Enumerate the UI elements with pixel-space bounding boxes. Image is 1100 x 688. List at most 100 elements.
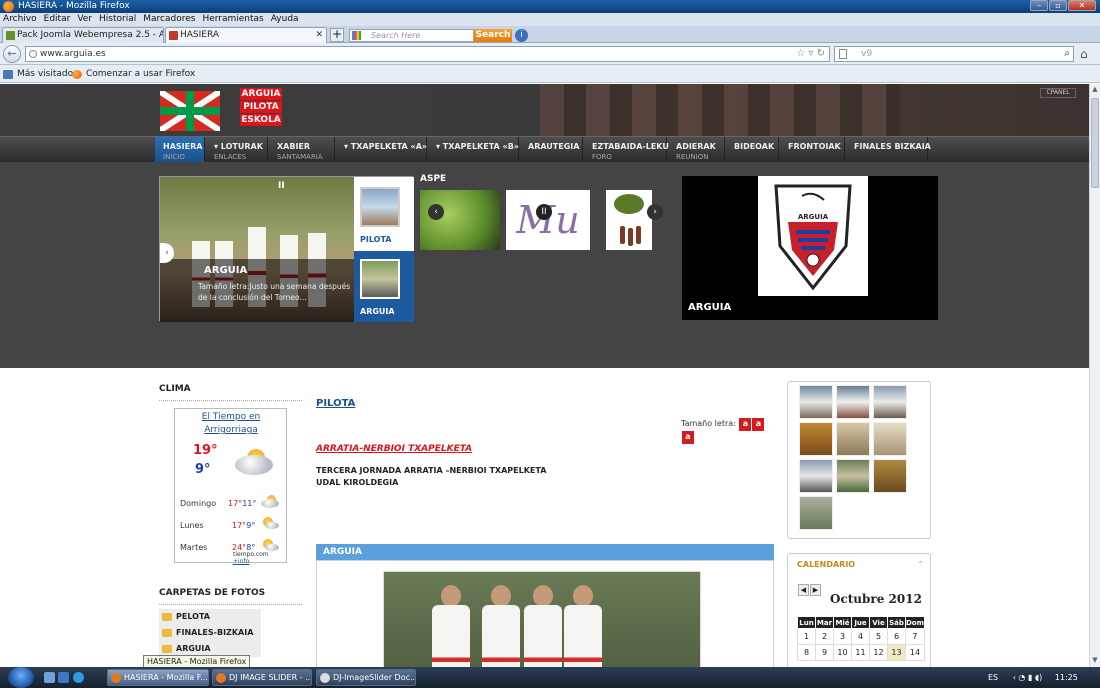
folder-finales-bizkaia[interactable]: FINALES-BIZKAIA — [159, 625, 261, 641]
scroll-thumb[interactable] — [1091, 98, 1099, 188]
main-image-slider[interactable]: ARGUIA Tamaño letra:Justo una semana des… — [159, 176, 414, 322]
scroll-down-icon[interactable]: ▼ — [1091, 656, 1099, 666]
bookmark-folder-icon — [3, 70, 13, 79]
show-desktop-icon[interactable] — [44, 672, 55, 683]
calendar-day-today[interactable]: 13 — [887, 644, 906, 661]
menu-eztabaida-leku[interactable]: EZTABAIDA-LEKU FORO — [584, 137, 669, 163]
gallery-thumbnail[interactable] — [873, 459, 907, 493]
scroll-up-icon[interactable]: ▲ — [1091, 85, 1099, 95]
calendar-day[interactable]: 10 — [833, 644, 852, 661]
calendar-day[interactable]: 6 — [887, 628, 906, 645]
calendar-day[interactable]: 14 — [905, 644, 925, 661]
menu-archivo[interactable]: Archivo — [3, 13, 37, 26]
menu-frontoiak[interactable]: FRONTOIAK — [780, 137, 845, 163]
bookmark-star-icon[interactable]: ☆ ▿ ↻ — [796, 47, 825, 61]
home-icon[interactable]: ⌂ — [1080, 47, 1088, 61]
menu-historial[interactable]: Historial — [99, 13, 136, 26]
font-size-medium-button[interactable]: a — [752, 418, 765, 431]
menu-finales-bizkaia[interactable]: FINALES BIZKAIA — [846, 137, 931, 163]
info-link[interactable]: +info — [233, 558, 249, 565]
cpanel-link[interactable]: CPANEL — [1040, 88, 1076, 98]
article-title-link[interactable]: ARRATIA-NERBIOI TXAPELKETA — [316, 444, 472, 454]
menu-txapelketa-b[interactable]: ▾ TXAPELKETA «B» — [428, 137, 519, 163]
pause-icon[interactable]: II — [536, 204, 552, 220]
prev-slide-icon[interactable]: ‹ — [428, 204, 444, 220]
thumbnail-arguia[interactable] — [360, 259, 400, 299]
close-tab-icon[interactable]: ✕ — [315, 28, 323, 43]
calendar-day[interactable]: 2 — [815, 628, 834, 645]
ie-icon[interactable] — [73, 672, 84, 683]
menu-bideoak[interactable]: BIDEOAK — [726, 137, 779, 163]
url-text: www.arguia.es — [40, 49, 106, 59]
slide-image-script: Mu — [506, 190, 590, 250]
close-button[interactable]: ✕ — [1068, 0, 1096, 11]
menu-txapelketa-a[interactable]: ▾ TXAPELKETA «A» — [336, 137, 427, 163]
toolbar-search-input[interactable]: Search Here — [349, 29, 474, 42]
gallery-thumbnail[interactable] — [873, 422, 907, 456]
next-month-icon[interactable]: ▶ — [810, 584, 821, 596]
clock[interactable]: 11:25 — [1055, 673, 1078, 682]
taskbar-item-firefox[interactable]: HASIERA - Mozilla F... — [107, 669, 209, 686]
maximize-button[interactable]: ▫ — [1049, 0, 1067, 11]
font-size-large-button[interactable]: a — [682, 431, 694, 444]
menu-arautegia[interactable]: ARAUTEGIA — [520, 137, 583, 163]
language-indicator[interactable]: ES — [988, 673, 998, 682]
calendar-day[interactable]: 1 — [797, 628, 816, 645]
calendar-day[interactable]: 5 — [869, 628, 888, 645]
calendar-day[interactable]: 3 — [833, 628, 852, 645]
calendar-day[interactable]: 4 — [851, 628, 870, 645]
menu-marcadores[interactable]: Marcadores — [143, 13, 195, 26]
menu-ver[interactable]: Ver — [77, 13, 92, 26]
bookmark-mas-visitados[interactable]: Más visitados — [3, 65, 78, 83]
prev-month-icon[interactable]: ◀ — [798, 584, 809, 596]
menu-adierak[interactable]: ADIERAK REUNION — [668, 137, 725, 163]
pause-icon[interactable]: II — [278, 181, 285, 191]
aspe-slider[interactable]: ASPE Mu ‹ II › — [420, 174, 670, 254]
calendar-day[interactable]: 7 — [905, 628, 925, 645]
web-search-input[interactable]: v9 ⌕ — [834, 46, 1074, 62]
weather-widget-title[interactable]: El Tiempo en Arrigorriaga — [181, 411, 281, 437]
menu-hasiera[interactable]: HASIERA INICIO — [155, 137, 205, 163]
menu-xabier[interactable]: XABIER SANTAMARIA — [269, 137, 335, 163]
vertical-scrollbar[interactable]: ▲ ▼ — [1089, 84, 1100, 667]
tab-joomla-admin[interactable]: Pack Joomla Webempresa 2.5 - Admi... — [2, 27, 164, 43]
category-link-pilota[interactable]: PILOTA — [316, 398, 355, 409]
arguia-shield-slider[interactable]: ARGUIA ARGUIA — [682, 176, 938, 320]
gallery-thumbnail[interactable] — [873, 385, 907, 419]
menu-herramientas[interactable]: Herramientas — [202, 13, 263, 26]
calendar-day[interactable]: 11 — [851, 644, 870, 661]
new-tab-button[interactable]: + — [330, 28, 344, 42]
menu-loturak[interactable]: ▾ LOTURAK ENLACES — [206, 137, 268, 163]
next-slide-icon[interactable]: › — [647, 204, 663, 220]
collapse-icon[interactable]: ⌃ — [917, 560, 924, 569]
calendar-day[interactable]: 8 — [797, 644, 816, 661]
gallery-thumbnail[interactable] — [799, 459, 833, 493]
taskbar-item-dj-doc[interactable]: DJ-ImageSlider Doc... — [316, 669, 416, 686]
menu-ayuda[interactable]: Ayuda — [271, 13, 299, 26]
explorer-icon[interactable] — [58, 672, 69, 683]
gallery-thumbnail[interactable] — [799, 496, 833, 530]
gallery-thumbnail[interactable] — [836, 422, 870, 456]
calendar-day[interactable]: 9 — [815, 644, 834, 661]
url-bar[interactable]: www.arguia.es ☆ ▿ ↻ — [25, 46, 830, 62]
bookmark-comenzar[interactable]: Comenzar a usar Firefox — [72, 65, 195, 83]
info-icon[interactable]: i — [515, 29, 528, 42]
back-button[interactable]: ← — [3, 45, 21, 63]
tray-icons[interactable]: ‹ ◔ ▮ ◖) — [1013, 673, 1043, 682]
minimize-button[interactable]: – — [1030, 0, 1048, 11]
menu-editar[interactable]: Editar — [44, 13, 71, 26]
taskbar-item-dj-slider[interactable]: DJ IMAGE SLIDER - ... — [212, 669, 312, 686]
calendar-day[interactable]: 12 — [869, 644, 888, 661]
start-button[interactable] — [8, 667, 34, 688]
search-icon[interactable]: ⌕ — [1064, 47, 1070, 61]
gallery-thumbnail[interactable] — [836, 385, 870, 419]
thumbnail-pilota[interactable] — [360, 187, 400, 227]
site-logo[interactable]: ARGUIA PILOTA ESKOLA — [240, 88, 282, 127]
font-size-small-button[interactable]: a — [739, 418, 752, 431]
tab-hasiera[interactable]: HASIERA ✕ — [165, 27, 327, 43]
gallery-thumbnail[interactable] — [799, 422, 833, 456]
gallery-thumbnail[interactable] — [836, 459, 870, 493]
toolbar-search-button[interactable]: Search — [474, 29, 512, 42]
gallery-thumbnail[interactable] — [799, 385, 833, 419]
folder-pelota[interactable]: PELOTA — [159, 609, 261, 625]
